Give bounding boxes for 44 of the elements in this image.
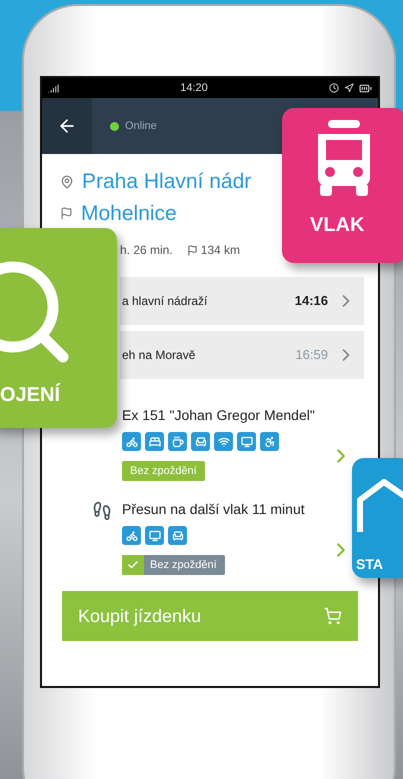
back-button[interactable] [42,98,92,154]
stop-name: a hlavní nádraží [122,293,208,310]
wifi-icon [214,432,233,451]
connection-status: Online [125,118,157,134]
wheelchair-icon [260,432,279,451]
category-tile[interactable]: STA [352,458,403,578]
tile-label: STA [356,555,383,574]
flag-icon [186,244,198,256]
seat-icon [168,526,187,545]
category-tile[interactable]: VLAK [282,108,403,263]
check-icon [127,559,139,571]
alarm-icon [329,83,339,93]
bicycle-icon [122,526,141,545]
cart-icon [324,607,342,625]
house-icon [356,478,403,534]
screen-icon [237,432,256,451]
trip-duration: h. 26 min. [120,242,173,259]
tile-label: OJENÍ [0,382,60,408]
bicycle-icon [122,432,141,451]
delay-badge: Bez zpoždění [122,461,205,481]
route-origin: Praha Hlavní nádr [82,169,252,195]
stop-row[interactable]: eh na Moravě 16:59 [120,331,364,379]
stop-row[interactable]: a hlavní nádraží 14:16 [120,277,364,325]
location-icon [344,83,354,93]
flag-icon [60,206,73,220]
stop-time: 14:16 [294,292,328,310]
cup-icon [168,432,187,451]
clock-time: 14:20 [180,80,208,96]
buy-ticket-button[interactable]: Koupit jízdenku [62,591,358,641]
stop-time: 16:59 [295,346,328,364]
bed-icon [145,432,164,451]
route-destination: Mohelnice [81,200,177,226]
stop-name: eh na Moravě [122,347,196,364]
screen-icon [145,526,164,545]
location-pin-icon [60,174,74,189]
trip-distance: 134 km [200,242,240,259]
tile-label: VLAK [310,213,364,238]
category-tile[interactable]: OJENÍ [0,228,117,428]
seat-icon [191,432,210,451]
leg-title: Přesun na další vlak 11 minut [122,500,305,519]
battery-icon [359,82,372,94]
delay-badge: Bez zpoždění [122,555,225,575]
leg-title: Ex 151 "Johan Gregor Mendel" [122,406,315,425]
signal-icon [48,82,59,94]
